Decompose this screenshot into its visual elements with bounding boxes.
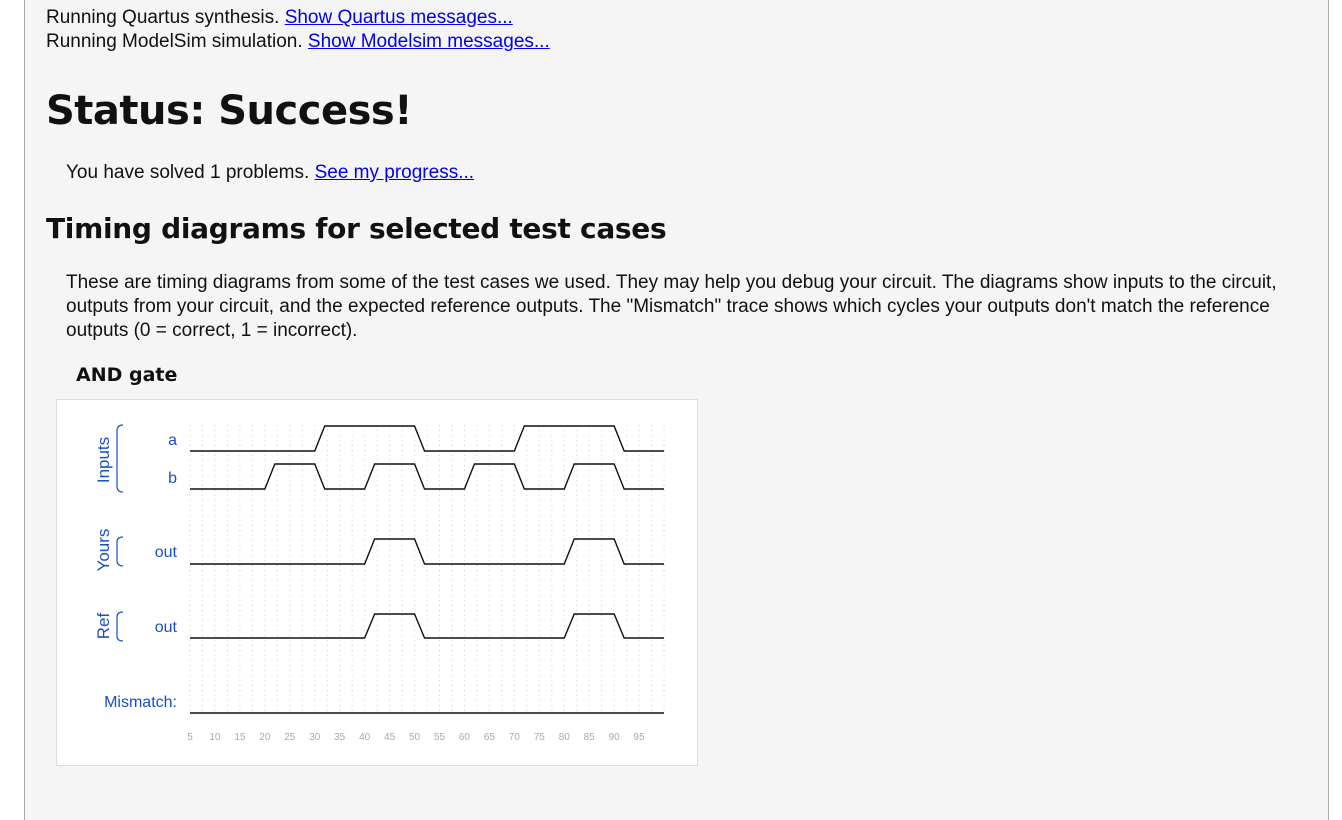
tick-label: 25 [284,732,296,743]
tick-label: 80 [559,732,571,743]
timing-description: These are timing diagrams from some of t… [66,272,1277,341]
timing-heading: Timing diagrams for selected test cases [46,212,667,245]
status-title: Status: Success! [46,88,412,134]
traces: a b out out Mismatch: [104,425,665,714]
tick-label: 70 [509,732,521,743]
tick-label: 40 [359,732,371,743]
quartus-log-line: Running Quartus synthesis. Show Quartus … [46,6,513,30]
signal-label-inputs-b: b [168,470,177,487]
signal-label-mismatch: Mismatch: [104,694,177,711]
modelsim-status-text: Running ModelSim simulation. [46,31,303,52]
ref-bracket [116,611,124,642]
show-quartus-messages-link[interactable]: Show Quartus messages... [285,7,513,28]
tick-label: 75 [534,732,546,743]
waveform-inputs-a [190,425,665,452]
timing-diagram-svg: Inputs Yours Ref a b out out Mismatch: 5 10 15… [94,424,665,743]
tick-labels: 5 10 15 20 25 30 35 40 45 50 55 60 65 70 75 80 85 90 95 [187,732,645,743]
tick-label: 50 [409,732,421,743]
tick-label: 45 [384,732,396,743]
tick-label: 15 [234,732,246,743]
tick-label: 10 [209,732,221,743]
grid [189,425,665,715]
tick-label: 20 [259,732,271,743]
yours-bracket [116,536,124,567]
inputs-bracket [116,424,124,493]
group-label-yours: Yours [94,529,113,572]
quartus-status-text: Running Quartus synthesis. [46,7,280,28]
tick-label: 95 [634,732,646,743]
tick-label: 5 [187,732,193,743]
diagram-title: AND gate [76,364,178,386]
tick-label: 55 [434,732,446,743]
show-modelsim-messages-link[interactable]: Show Modelsim messages... [308,31,550,52]
see-progress-link[interactable]: See my progress... [315,162,474,183]
tick-label: 30 [309,732,321,743]
tick-label: 90 [609,732,621,743]
signal-label-yours-out: out [155,544,178,561]
progress-line: You have solved 1 problems. See my progr… [66,161,474,185]
tick-label: 65 [484,732,496,743]
progress-text: You have solved 1 problems. [66,162,310,183]
tick-label: 60 [459,732,471,743]
group-label-ref: Ref [94,613,113,640]
signal-label-inputs-a: a [168,432,177,449]
modelsim-log-line: Running ModelSim simulation. Show Models… [46,30,550,54]
tick-label: 35 [334,732,346,743]
timing-diagram: Inputs Yours Ref a b out out Mismatch: 5 10 15… [56,399,698,766]
page: Running Quartus synthesis. Show Quartus … [24,0,1329,820]
signal-label-ref-out: out [155,619,178,636]
tick-label: 85 [584,732,596,743]
group-label-inputs: Inputs [94,437,113,483]
